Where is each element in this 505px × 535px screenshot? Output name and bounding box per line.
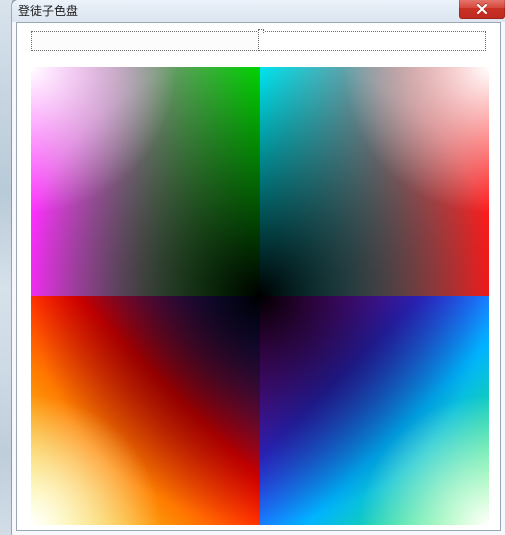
close-icon: [476, 4, 488, 14]
tab-strip: [31, 31, 486, 51]
tab-2[interactable]: [258, 31, 486, 51]
palette-quadrant-top-right[interactable]: [260, 67, 489, 296]
app-window: 登徒子色盘: [12, 0, 505, 535]
close-button[interactable]: [459, 0, 505, 19]
desktop-background: [0, 0, 12, 535]
window-buttons: [459, 0, 505, 19]
titlebar[interactable]: 登徒子色盘: [12, 0, 505, 22]
client-area: [16, 22, 501, 531]
window-title: 登徒子色盘: [18, 0, 78, 22]
tab-1[interactable]: [31, 31, 259, 51]
palette-quadrant-top-left[interactable]: [31, 67, 260, 296]
palette-quadrant-bottom-right[interactable]: [260, 296, 489, 525]
palette-quadrant-bottom-left[interactable]: [31, 296, 260, 525]
color-palette[interactable]: [31, 67, 489, 525]
